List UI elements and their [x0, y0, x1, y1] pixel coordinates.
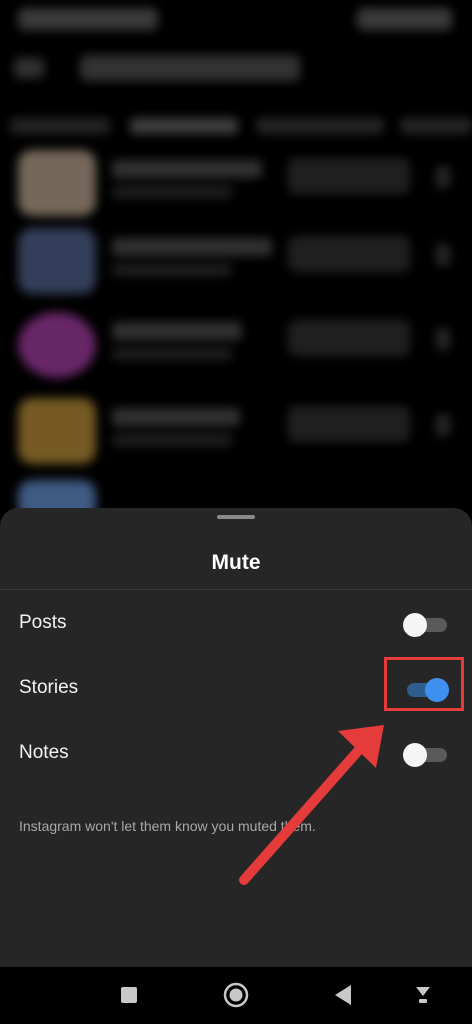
sheet-title: Mute: [211, 551, 261, 574]
tab: [256, 118, 384, 134]
avatar: [18, 150, 96, 216]
home-icon[interactable]: [218, 979, 254, 1011]
back-icon[interactable]: [325, 979, 361, 1011]
toggle-knob: [403, 613, 427, 637]
page-title: [80, 55, 300, 81]
hide-keyboard-icon[interactable]: [405, 979, 441, 1011]
avatar: [18, 312, 96, 378]
list-item: [0, 144, 472, 224]
system-nav-bar: [0, 967, 472, 1024]
divider: [0, 589, 472, 590]
avatar: [18, 398, 96, 464]
mute-posts-row[interactable]: Posts: [0, 594, 472, 654]
mute-posts-toggle[interactable]: [403, 613, 447, 637]
tab: [130, 118, 238, 134]
mute-footnote: Instagram won't let them know you muted …: [19, 818, 316, 834]
mute-bottom-sheet: Mute Posts Stories Notes Instagram won't…: [0, 508, 472, 967]
list-item: [0, 392, 472, 472]
drag-handle[interactable]: [217, 515, 255, 519]
annotation-highlight-box: [384, 657, 464, 711]
status-bar-right: [357, 8, 452, 30]
mute-notes-toggle[interactable]: [403, 743, 447, 767]
mute-stories-label: Stories: [19, 677, 79, 698]
blurred-background-list: [0, 0, 472, 520]
list-item: [0, 222, 472, 302]
mute-notes-row[interactable]: Notes: [0, 724, 472, 784]
status-bar-left: [18, 8, 158, 30]
recent-apps-icon[interactable]: [111, 979, 147, 1011]
tab: [10, 118, 110, 134]
list-item: [0, 306, 472, 386]
tab-bar: [0, 118, 472, 140]
toggle-knob: [403, 743, 427, 767]
mute-posts-label: Posts: [19, 612, 67, 633]
tab: [400, 118, 472, 134]
mute-notes-label: Notes: [19, 742, 69, 763]
avatar: [18, 228, 96, 294]
back-arrow-icon: [14, 58, 44, 78]
